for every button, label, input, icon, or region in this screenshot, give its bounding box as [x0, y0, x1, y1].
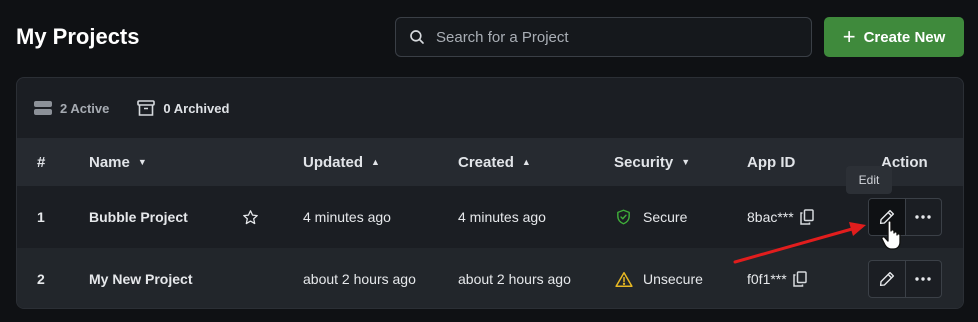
col-name-label: Name: [89, 153, 130, 171]
filter-active[interactable]: 2 Active: [34, 100, 109, 116]
project-name[interactable]: My New Project: [89, 248, 192, 308]
more-horizontal-icon: [915, 215, 932, 219]
edit-button[interactable]: [869, 261, 905, 297]
table-row[interactable]: 1 Bubble Project 4 minutes ago 4 minutes…: [17, 186, 963, 248]
stack-icon: [34, 101, 52, 115]
more-options-button[interactable]: [904, 199, 941, 235]
project-name[interactable]: Bubble Project: [89, 186, 188, 248]
page-title: My Projects: [16, 24, 140, 49]
create-new-label: Create New: [863, 28, 946, 46]
created-time: about 2 hours ago: [458, 271, 571, 287]
filter-archived[interactable]: 0 Archived: [137, 99, 229, 117]
sort-up-icon: ▲: [371, 157, 380, 167]
row-number: 1: [37, 209, 45, 225]
create-new-button[interactable]: + Create New: [824, 17, 964, 57]
search-input[interactable]: [436, 28, 796, 46]
shield-check-icon: [617, 209, 630, 225]
search-icon: [410, 30, 424, 44]
created-time: 4 minutes ago: [458, 209, 546, 225]
app-id: f0f1***: [747, 248, 807, 308]
security-label: Secure: [643, 209, 688, 225]
filter-bar: 2 Active 0 Archived: [17, 78, 963, 138]
projects-panel: 2 Active 0 Archived # Name ▼ Updated ▲ Cre…: [16, 77, 964, 309]
more-horizontal-icon: [915, 277, 932, 281]
edit-tooltip: Edit: [846, 166, 892, 194]
col-updated-label: Updated: [303, 153, 363, 171]
copy-icon[interactable]: [799, 209, 814, 225]
table-header: # Name ▼ Updated ▲ Created ▲ Security ▼ App …: [17, 138, 963, 186]
sort-up-icon: ▲: [521, 157, 531, 167]
sort-down-icon: ▼: [137, 157, 147, 167]
security-status: Secure: [615, 186, 687, 248]
favorite-star-icon[interactable]: [242, 186, 259, 248]
sort-down-icon: ▼: [681, 157, 691, 167]
col-name[interactable]: Name ▼: [89, 138, 147, 186]
col-security-label: Security: [614, 153, 674, 171]
app-id: 8bac***: [747, 186, 814, 248]
pencil-icon: [879, 271, 895, 287]
security-label: Unsecure: [643, 271, 703, 287]
col-created[interactable]: Created ▲: [458, 138, 531, 186]
search-box[interactable]: [395, 17, 812, 57]
more-options-button[interactable]: [904, 261, 941, 297]
col-created-label: Created: [458, 153, 514, 171]
copy-icon[interactable]: [792, 271, 807, 287]
archive-icon: [137, 100, 156, 116]
plus-icon: +: [842, 24, 856, 49]
table-row[interactable]: 2 My New Project about 2 hours ago about…: [17, 248, 963, 308]
updated-time: about 2 hours ago: [303, 271, 416, 287]
edit-button[interactable]: [869, 199, 905, 235]
col-security[interactable]: Security ▼: [614, 138, 690, 186]
pencil-icon: [879, 209, 895, 225]
app-id-value: f0f1***: [747, 271, 787, 287]
row-actions: [868, 198, 942, 236]
col-number: #: [37, 153, 46, 171]
security-status: Unsecure: [615, 248, 703, 308]
row-number: 2: [37, 271, 45, 287]
updated-time: 4 minutes ago: [303, 209, 391, 225]
filter-active-label: 2 Active: [60, 100, 110, 116]
row-actions: [868, 260, 942, 298]
filter-archived-label: 0 Archived: [163, 100, 230, 116]
warning-icon: [615, 271, 633, 287]
col-app-id: App ID: [747, 153, 796, 171]
col-updated[interactable]: Updated ▲: [303, 138, 380, 186]
app-id-value: 8bac***: [747, 209, 794, 225]
